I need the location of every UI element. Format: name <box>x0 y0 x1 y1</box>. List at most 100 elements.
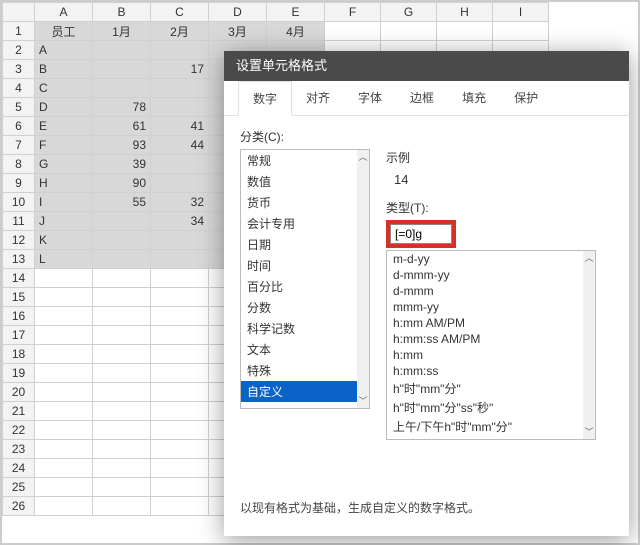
cell-B14[interactable] <box>93 269 151 288</box>
row-header-8[interactable]: 8 <box>3 155 35 174</box>
cell-A5[interactable]: D <box>35 98 93 117</box>
cell-B16[interactable] <box>93 307 151 326</box>
cell-B5[interactable]: 78 <box>93 98 151 117</box>
format-scrollbar[interactable]: ︿ ﹀ <box>583 251 595 439</box>
cell-C4[interactable] <box>151 79 209 98</box>
cell-B17[interactable] <box>93 326 151 345</box>
row-header-10[interactable]: 10 <box>3 193 35 212</box>
format-item[interactable]: d-mmm-yy <box>387 267 585 283</box>
category-item[interactable]: 自定义 <box>241 381 359 402</box>
col-header-H[interactable]: H <box>437 3 493 22</box>
cell-C8[interactable] <box>151 155 209 174</box>
row-header-20[interactable]: 20 <box>3 383 35 402</box>
select-all-cell[interactable] <box>3 3 35 22</box>
cell-C7[interactable]: 44 <box>151 136 209 155</box>
cell-D1[interactable]: 3月 <box>209 22 267 41</box>
cell-C14[interactable] <box>151 269 209 288</box>
cell-C1[interactable]: 2月 <box>151 22 209 41</box>
cell-C11[interactable]: 34 <box>151 212 209 231</box>
category-item[interactable]: 分数 <box>241 297 359 318</box>
row-header-16[interactable]: 16 <box>3 307 35 326</box>
cell-I1[interactable] <box>493 22 549 41</box>
category-item[interactable]: 特殊 <box>241 360 359 381</box>
tab-4[interactable]: 填充 <box>448 81 500 115</box>
row-header-15[interactable]: 15 <box>3 288 35 307</box>
cell-A21[interactable] <box>35 402 93 421</box>
cell-C21[interactable] <box>151 402 209 421</box>
cell-B2[interactable] <box>93 41 151 60</box>
cell-B7[interactable]: 93 <box>93 136 151 155</box>
format-item[interactable]: h:mm <box>387 347 585 363</box>
cell-A13[interactable]: L <box>35 250 93 269</box>
col-header-I[interactable]: I <box>493 3 549 22</box>
scroll-down-icon[interactable]: ﹀ <box>584 425 593 439</box>
col-header-F[interactable]: F <box>325 3 381 22</box>
format-item[interactable]: h:mm:ss <box>387 363 585 379</box>
cell-C5[interactable] <box>151 98 209 117</box>
cell-A8[interactable]: G <box>35 155 93 174</box>
cell-B22[interactable] <box>93 421 151 440</box>
cell-B23[interactable] <box>93 440 151 459</box>
cell-C22[interactable] <box>151 421 209 440</box>
cell-A11[interactable]: J <box>35 212 93 231</box>
cell-C24[interactable] <box>151 459 209 478</box>
row-header-22[interactable]: 22 <box>3 421 35 440</box>
cell-A17[interactable] <box>35 326 93 345</box>
category-item[interactable]: 科学记数 <box>241 318 359 339</box>
cell-A20[interactable] <box>35 383 93 402</box>
format-item[interactable]: h:mm:ss AM/PM <box>387 331 585 347</box>
format-item[interactable]: 上午/下午h"时"mm"分" <box>387 417 585 436</box>
row-header-13[interactable]: 13 <box>3 250 35 269</box>
cell-A26[interactable] <box>35 497 93 516</box>
format-item[interactable]: h"时"mm"分" <box>387 379 585 398</box>
row-header-7[interactable]: 7 <box>3 136 35 155</box>
format-item[interactable]: m-d-yy <box>387 251 585 267</box>
category-item[interactable]: 文本 <box>241 339 359 360</box>
cell-B6[interactable]: 61 <box>93 117 151 136</box>
col-header-A[interactable]: A <box>35 3 93 22</box>
cell-A10[interactable]: I <box>35 193 93 212</box>
cell-C15[interactable] <box>151 288 209 307</box>
cell-A6[interactable]: E <box>35 117 93 136</box>
row-header-5[interactable]: 5 <box>3 98 35 117</box>
cell-C25[interactable] <box>151 478 209 497</box>
cell-B21[interactable] <box>93 402 151 421</box>
cell-E1[interactable]: 4月 <box>267 22 325 41</box>
row-header-14[interactable]: 14 <box>3 269 35 288</box>
scroll-up-icon[interactable]: ︿ <box>584 251 593 265</box>
category-item[interactable]: 数值 <box>241 171 359 192</box>
cell-A22[interactable] <box>35 421 93 440</box>
row-header-26[interactable]: 26 <box>3 497 35 516</box>
category-item[interactable]: 会计专用 <box>241 213 359 234</box>
row-header-11[interactable]: 11 <box>3 212 35 231</box>
row-header-4[interactable]: 4 <box>3 79 35 98</box>
cell-C26[interactable] <box>151 497 209 516</box>
cell-B4[interactable] <box>93 79 151 98</box>
category-item[interactable]: 货币 <box>241 192 359 213</box>
format-item[interactable]: h"时"mm"分"ss"秒" <box>387 398 585 417</box>
cell-F1[interactable] <box>325 22 381 41</box>
cell-C20[interactable] <box>151 383 209 402</box>
cell-C23[interactable] <box>151 440 209 459</box>
col-header-C[interactable]: C <box>151 3 209 22</box>
cell-B24[interactable] <box>93 459 151 478</box>
cell-A4[interactable]: C <box>35 79 93 98</box>
cell-A15[interactable] <box>35 288 93 307</box>
category-item[interactable]: 常规 <box>241 150 359 171</box>
cell-B11[interactable] <box>93 212 151 231</box>
cell-B9[interactable]: 90 <box>93 174 151 193</box>
cell-B26[interactable] <box>93 497 151 516</box>
row-header-21[interactable]: 21 <box>3 402 35 421</box>
cell-B13[interactable] <box>93 250 151 269</box>
cell-C19[interactable] <box>151 364 209 383</box>
scroll-up-icon[interactable]: ︿ <box>358 150 367 164</box>
cell-A2[interactable]: A <box>35 41 93 60</box>
cell-C9[interactable] <box>151 174 209 193</box>
cell-A19[interactable] <box>35 364 93 383</box>
cell-B25[interactable] <box>93 478 151 497</box>
row-header-18[interactable]: 18 <box>3 345 35 364</box>
category-listbox[interactable]: 常规数值货币会计专用日期时间百分比分数科学记数文本特殊自定义 ︿ ﹀ <box>240 149 370 409</box>
cell-A1[interactable]: 员工 <box>35 22 93 41</box>
tab-2[interactable]: 字体 <box>344 81 396 115</box>
cell-B19[interactable] <box>93 364 151 383</box>
